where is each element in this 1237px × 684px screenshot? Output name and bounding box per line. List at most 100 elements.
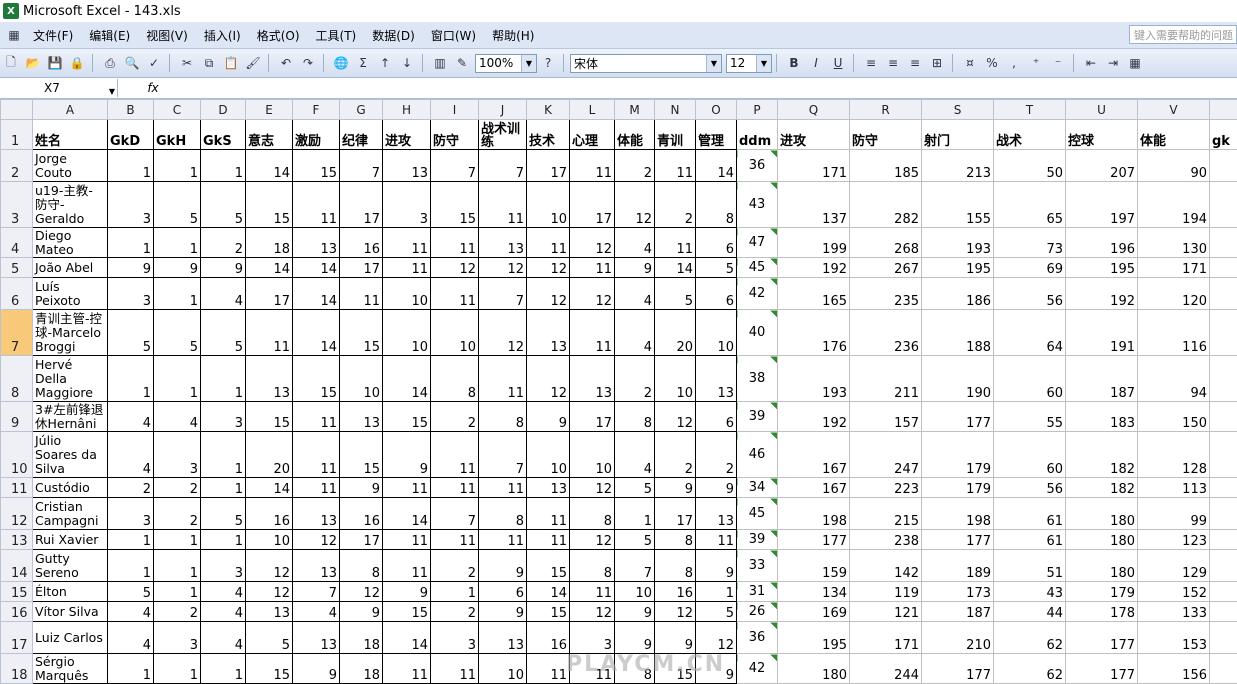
value-cell[interactable]: 167 [778, 432, 850, 478]
value-cell[interactable]: 14 [527, 582, 570, 602]
row-header[interactable]: 10 [1, 432, 33, 478]
value-cell[interactable]: 12 [570, 602, 615, 622]
value-cell[interactable] [1210, 402, 1237, 432]
value-cell[interactable]: 179 [922, 432, 994, 478]
value-cell[interactable]: 179 [922, 478, 994, 498]
value-cell[interactable]: 12 [527, 356, 570, 402]
value-cell[interactable]: 2 [655, 432, 696, 478]
value-cell[interactable]: 11 [479, 356, 527, 402]
value-cell[interactable]: 9 [340, 602, 383, 622]
value-cell[interactable]: 10 [383, 278, 431, 310]
value-cell[interactable]: 14 [383, 356, 431, 402]
value-cell[interactable]: 11 [293, 182, 340, 228]
row-header[interactable]: 4 [1, 228, 33, 258]
value-cell[interactable]: 171 [778, 150, 850, 182]
column-header-A[interactable]: A [33, 100, 108, 120]
header-cell[interactable]: 纪律 [340, 120, 383, 150]
value-cell[interactable]: 9 [615, 602, 655, 622]
value-cell[interactable]: 51 [994, 550, 1066, 582]
value-cell[interactable]: 133 [1138, 602, 1210, 622]
autosum-icon[interactable]: Σ [353, 53, 373, 73]
player-name-cell[interactable]: Jorge Couto [33, 150, 108, 182]
header-cell[interactable]: 技术 [527, 120, 570, 150]
player-name-cell[interactable]: Diego Mateo [33, 228, 108, 258]
value-cell[interactable]: 17 [570, 402, 615, 432]
value-cell[interactable]: 182 [1066, 478, 1138, 498]
header-cell[interactable]: GkD [108, 120, 154, 150]
value-cell[interactable]: 5 [108, 310, 154, 356]
row-header[interactable]: 5 [1, 258, 33, 278]
value-cell[interactable]: 4 [201, 622, 246, 654]
column-header-I[interactable]: I [431, 100, 479, 120]
column-header-O[interactable]: O [696, 100, 737, 120]
value-cell[interactable]: 207 [1066, 150, 1138, 182]
sort-ascending-icon[interactable]: ↑ [375, 53, 395, 73]
drawing-icon[interactable]: ✎ [452, 53, 472, 73]
value-cell[interactable]: 4 [615, 432, 655, 478]
value-cell[interactable]: 56 [994, 278, 1066, 310]
workbook-icon[interactable]: ▦ [4, 25, 24, 45]
value-cell[interactable]: 11 [570, 582, 615, 602]
value-cell[interactable]: 187 [922, 602, 994, 622]
value-cell[interactable] [1210, 278, 1237, 310]
value-cell[interactable]: 1 [108, 356, 154, 402]
value-cell[interactable]: 9 [383, 432, 431, 478]
value-cell[interactable] [1210, 310, 1237, 356]
value-cell[interactable]: 2 [615, 356, 655, 402]
value-cell[interactable]: 1 [108, 550, 154, 582]
value-cell[interactable]: 7 [431, 150, 479, 182]
value-cell[interactable] [1210, 498, 1237, 530]
value-cell[interactable]: 73 [994, 228, 1066, 258]
value-cell[interactable]: 9 [293, 654, 340, 684]
header-cell[interactable]: 战术 [994, 120, 1066, 150]
player-name-cell[interactable]: Hervé Della Maggiore [33, 356, 108, 402]
value-cell[interactable]: 13 [696, 356, 737, 402]
value-cell[interactable] [1210, 228, 1237, 258]
value-cell[interactable]: 17 [340, 182, 383, 228]
value-cell[interactable]: 4 [201, 278, 246, 310]
value-cell[interactable]: 43 [994, 582, 1066, 602]
format-painter-icon[interactable]: 🖌 [243, 53, 263, 73]
value-cell[interactable]: 13 [293, 550, 340, 582]
comma-style-icon[interactable]: , [1004, 53, 1024, 73]
value-cell[interactable]: 94 [1138, 356, 1210, 402]
value-cell[interactable]: 12 [527, 278, 570, 310]
value-cell[interactable]: 2 [431, 402, 479, 432]
row-header[interactable]: 15 [1, 582, 33, 602]
value-cell[interactable]: 1 [154, 278, 201, 310]
value-cell[interactable]: 15 [246, 654, 293, 684]
value-cell[interactable] [1210, 622, 1237, 654]
value-cell[interactable]: 17 [570, 182, 615, 228]
value-cell[interactable]: 5 [655, 278, 696, 310]
value-cell[interactable]: 177 [1066, 654, 1138, 684]
print-preview-icon[interactable]: 🔍 [122, 53, 142, 73]
value-cell[interactable]: 3 [154, 432, 201, 478]
value-cell[interactable]: 11 [570, 310, 615, 356]
value-cell[interactable]: 4 [615, 278, 655, 310]
column-header-K[interactable]: K [527, 100, 570, 120]
value-cell[interactable]: 156 [1138, 654, 1210, 684]
value-cell[interactable]: 129 [1138, 550, 1210, 582]
zoom-select[interactable]: 100% ▼ [475, 54, 537, 73]
value-cell[interactable]: 119 [850, 582, 922, 602]
value-cell[interactable]: 142 [850, 550, 922, 582]
value-cell[interactable]: 1 [431, 582, 479, 602]
value-cell[interactable]: 235 [850, 278, 922, 310]
value-cell[interactable]: 4 [108, 602, 154, 622]
value-cell[interactable]: 1 [615, 498, 655, 530]
column-header-T[interactable]: T [994, 100, 1066, 120]
value-cell[interactable]: 7 [615, 550, 655, 582]
value-cell[interactable]: 1 [201, 478, 246, 498]
value-cell[interactable]: 171 [850, 622, 922, 654]
value-cell[interactable]: 188 [922, 310, 994, 356]
value-cell[interactable]: 1 [154, 530, 201, 550]
value-cell[interactable]: 12 [570, 228, 615, 258]
value-cell[interactable]: 8 [570, 498, 615, 530]
value-cell[interactable]: 11 [696, 530, 737, 550]
value-cell[interactable]: 9 [154, 258, 201, 278]
value-cell[interactable]: 1 [201, 530, 246, 550]
value-cell[interactable]: 12 [655, 602, 696, 622]
value-cell[interactable]: 20 [655, 310, 696, 356]
value-cell[interactable]: 8 [655, 530, 696, 550]
value-cell[interactable]: 9 [479, 602, 527, 622]
